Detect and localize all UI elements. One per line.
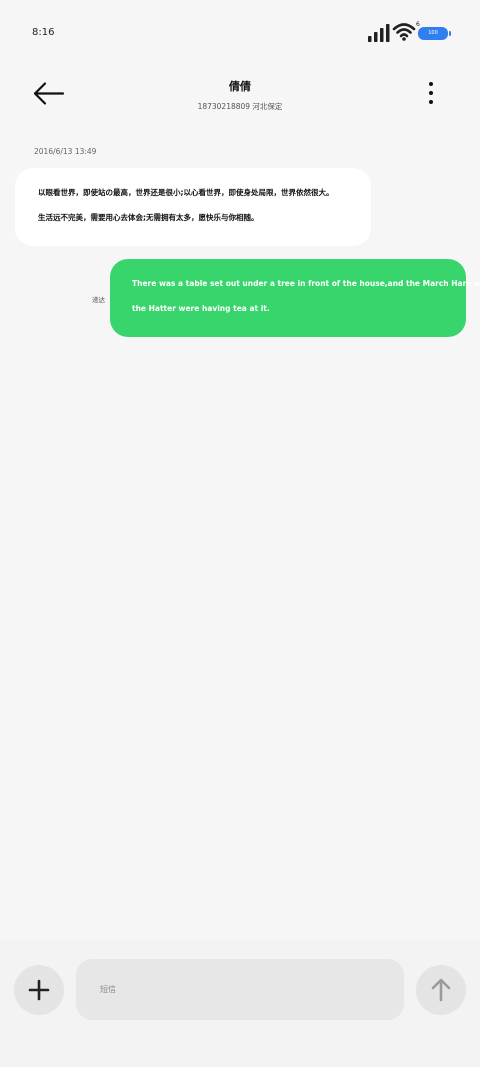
wifi-icon (392, 23, 416, 41)
plus-icon (28, 979, 50, 1001)
sms-input[interactable] (76, 959, 404, 1020)
attach-button[interactable] (14, 965, 64, 1015)
message-composer (0, 940, 480, 1067)
outgoing-message-bubble[interactable]: There was a table set out under a tree i… (110, 259, 480, 337)
message-text-line: There was a table set out under a tree i… (132, 279, 480, 288)
contact-name: 倩倩 (229, 80, 251, 93)
message-text-line: the Hatter were having tea at it. (132, 304, 270, 313)
status-time: 8:16 (32, 27, 55, 38)
status-bar: 8:16 6 100 (0, 0, 480, 66)
message-text-line: 以眼看世界，即使站の最高，世界还是很小;以心看世界，即使身处局限，世界依然很大。 (38, 188, 334, 197)
send-button[interactable] (416, 965, 466, 1015)
battery-level: 100 (428, 30, 438, 36)
conversation-header: 倩倩 18730218809 河北保定 (0, 66, 480, 126)
battery-nub (449, 31, 451, 36)
delivery-status: 递达 (92, 296, 105, 304)
incoming-message-bubble[interactable]: 以眼看世界，即使站の最高，世界还是很小;以心看世界，即使身处局限，世界依然很大。… (15, 168, 371, 246)
more-options-button[interactable] (418, 80, 444, 110)
more-vertical-icon (429, 82, 433, 104)
arrow-up-icon (431, 978, 451, 1002)
message-timestamp: 2016/6/13 13:49 (34, 147, 97, 156)
message-text-line: 生活远不完美，需要用心去体会;无需拥有太多，愿快乐与你相随。 (38, 213, 259, 222)
signal-icon (368, 24, 390, 42)
contact-detail: 18730218809 河北保定 (197, 102, 283, 111)
